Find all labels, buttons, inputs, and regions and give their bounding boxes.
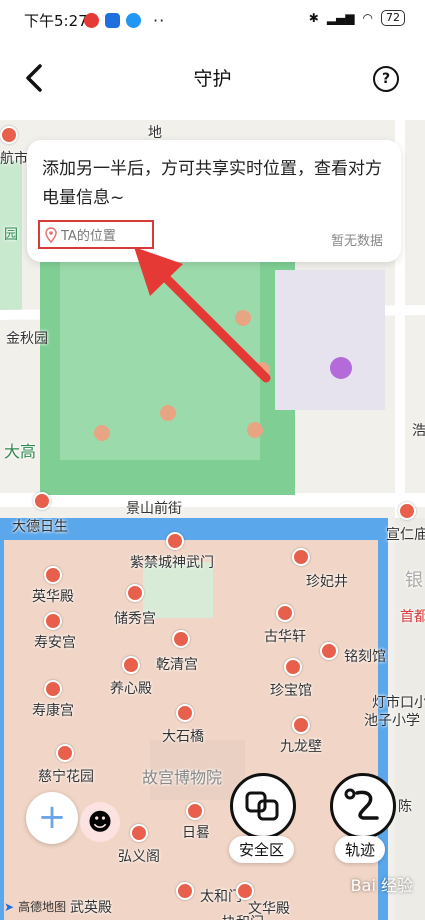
poi-marker[interactable] <box>44 612 62 630</box>
map-label-xiehe: 协和门 <box>222 912 264 920</box>
poi-marker[interactable] <box>0 126 18 144</box>
poi-marker[interactable] <box>276 604 294 622</box>
map-label-dashi: 大石橋 <box>162 729 204 745</box>
map-label-zhenbao: 珍宝馆 <box>270 683 312 699</box>
safe-zone-label[interactable]: 安全区 <box>229 836 295 863</box>
poi-marker[interactable] <box>44 680 62 698</box>
ta-location-label: TA的位置 <box>61 229 116 244</box>
poi-marker[interactable] <box>126 584 144 602</box>
poi-marker[interactable] <box>176 882 194 900</box>
weibo-icon <box>84 13 99 28</box>
map-label-zhenfei: 珍妃井 <box>306 574 348 590</box>
notification-icons: ·· <box>84 11 165 30</box>
navigation-arrow-icon: ➤ <box>4 899 15 914</box>
battery-icon: 72 <box>381 10 405 26</box>
map-label-gate: 紫禁城神武门 <box>130 555 214 571</box>
map-label-hangshi: 航市 <box>0 151 28 167</box>
map-label-jingshan: 景山前街 <box>126 501 182 517</box>
system-icons: ✱ ▂▄▆ ◠ 72 <box>309 10 405 26</box>
map-label-guhua: 古华轩 <box>264 629 306 645</box>
map-label-di: 地 <box>148 125 162 141</box>
map-label-yin: 银 <box>405 570 423 591</box>
map-brand: ➤ 高德地图 <box>4 898 66 915</box>
header: 守护 ? <box>0 40 425 120</box>
page-title: 守护 <box>193 68 232 90</box>
map-label-dengshi: 灯市口小 <box>372 695 425 711</box>
map-label-museum: 故宫博物院 <box>142 768 223 787</box>
map-label-yinghua: 英华殿 <box>32 589 74 605</box>
map-label-dagao: 大高 <box>4 442 37 461</box>
map-label-xuanren: 宣仁庙 <box>386 527 425 543</box>
map-label-hao: 浩 <box>412 423 425 439</box>
map-label-rigui: 日晷 <box>182 825 210 841</box>
info-card: 添加另一半后，方可共享实时位置，查看对方电量信息~ TA的位置 暂无数据 <box>27 140 401 262</box>
map-label-hongyi: 弘义阁 <box>118 849 160 865</box>
bluetooth-app-icon <box>105 13 120 28</box>
add-button[interactable]: + <box>26 792 78 844</box>
poi-marker[interactable] <box>292 548 310 566</box>
signal-icon: ▂▄▆ <box>326 11 355 25</box>
poi-marker[interactable] <box>176 704 194 722</box>
baidu-watermark: Bai 经验 <box>350 876 413 895</box>
more-notifications-icon: ·· <box>153 11 166 30</box>
map-label-chen: 陈 <box>398 799 412 815</box>
map-brand-label: 高德地图 <box>18 900 67 914</box>
track-icon <box>344 788 379 820</box>
track-button[interactable] <box>330 773 396 839</box>
poi-marker[interactable] <box>122 656 140 674</box>
map-label-jiulong: 九龙壁 <box>280 739 322 755</box>
poi-marker[interactable] <box>236 882 254 900</box>
poi-marker[interactable] <box>33 492 51 510</box>
wifi-icon: ◠ <box>362 11 373 25</box>
track-label[interactable]: 轨迹 <box>335 836 386 863</box>
avatar[interactable]: ☻ <box>80 802 120 842</box>
map-label-mingke: 铭刻馆 <box>344 649 386 665</box>
card-status-text: 暂无数据 <box>330 234 383 249</box>
poi-marker[interactable] <box>292 716 310 734</box>
map-label-yangxin: 养心殿 <box>110 681 152 697</box>
map-label-yuan: 园 <box>4 227 18 243</box>
poi-marker[interactable] <box>130 824 148 842</box>
poi-marker[interactable] <box>320 642 338 660</box>
poi-marker[interactable] <box>56 744 74 762</box>
poi-marker[interactable] <box>44 566 62 584</box>
status-time: 下午5:27 <box>24 12 88 30</box>
map-label-dade: 大德日生 <box>12 519 68 535</box>
map-label-shoudu: 首都 <box>400 609 425 625</box>
message-app-icon <box>126 13 141 28</box>
bluetooth-icon: ✱ <box>308 11 319 25</box>
card-message: 添加另一半后，方可共享实时位置，查看对方电量信息~ <box>42 159 382 208</box>
map-label-qianqing: 乾清宫 <box>156 657 198 673</box>
safe-zone-button[interactable] <box>230 773 296 839</box>
help-button[interactable]: ? <box>373 66 399 92</box>
map-label-shoukang: 寿康宫 <box>32 703 74 719</box>
map-label-chizi: 池子小学 <box>364 713 420 729</box>
poi-marker[interactable] <box>166 532 184 550</box>
safe-zone-icon <box>245 791 279 821</box>
poi-marker[interactable] <box>284 658 302 676</box>
map-label-wuying: 武英殿 <box>70 900 112 916</box>
poi-marker[interactable] <box>186 802 204 820</box>
ta-location-link[interactable]: TA的位置 <box>38 220 154 249</box>
poi-marker[interactable] <box>398 502 416 520</box>
location-pin-icon <box>45 226 57 243</box>
map-label-cining: 慈宁花园 <box>38 769 94 785</box>
status-bar: 下午5:27 ·· ✱ ▂▄▆ ◠ 72 <box>0 0 425 40</box>
map-label-jinqiu: 金秋园 <box>6 331 48 347</box>
poi-marker[interactable] <box>172 630 190 648</box>
map-label-chuxiu: 储秀宫 <box>114 611 156 627</box>
map-label-shouan: 寿安宫 <box>34 635 76 651</box>
